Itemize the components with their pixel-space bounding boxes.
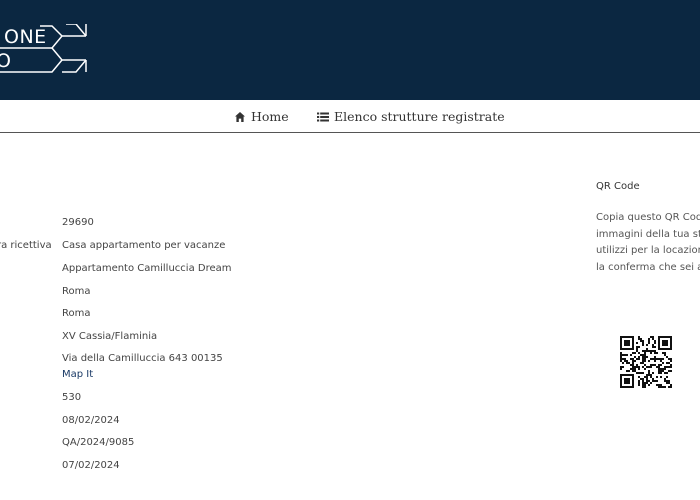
nav-structures-label: Elenco strutture registrate <box>334 109 505 124</box>
nav-structures-link[interactable]: Elenco strutture registrate <box>317 109 505 124</box>
field-value-number: 530 <box>62 392 82 403</box>
main-nav: Home Elenco strutture registrate <box>0 100 700 133</box>
qr-code-image <box>620 336 672 388</box>
qr-code-title: QR Code <box>596 181 640 192</box>
field-value-city: Roma <box>62 286 91 297</box>
qr-description-line: la conferma che sei au <box>596 262 700 273</box>
logo-text-line1: ONE <box>4 26 47 48</box>
field-value-address: Via della Camilluccia 643 00135 <box>62 353 223 364</box>
field-value-date1: 08/02/2024 <box>62 415 120 426</box>
site-header: ONE O <box>0 0 700 100</box>
qr-description-line: utilizzi per la locazione <box>596 245 700 256</box>
qr-description-line: immagini della tua stru <box>596 229 700 240</box>
qr-description-line: Copia questo QR Code <box>596 212 700 223</box>
site-logo[interactable]: ONE O <box>0 24 92 76</box>
field-value-date2: 07/02/2024 <box>62 460 120 471</box>
map-it-link[interactable]: Map It <box>62 369 93 380</box>
logo-text-line2: O <box>0 50 12 72</box>
field-value-district: XV Cassia/Flaminia <box>62 331 158 342</box>
field-value-code: 29690 <box>62 217 94 228</box>
field-label-partial: ra ricettiva <box>0 240 52 251</box>
list-icon <box>317 111 329 123</box>
nav-home-label: Home <box>251 109 289 124</box>
field-value-name: Appartamento Camilluccia Dream <box>62 263 232 274</box>
home-icon <box>234 111 246 123</box>
nav-home-link[interactable]: Home <box>234 109 289 124</box>
field-value-type: Casa appartamento per vacanze <box>62 240 226 251</box>
field-value-protocol: QA/2024/9085 <box>62 437 135 448</box>
field-value-province: Roma <box>62 308 91 319</box>
